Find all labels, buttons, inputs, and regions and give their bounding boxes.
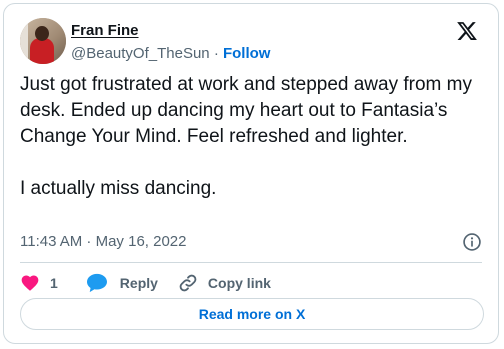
reply-label: Reply xyxy=(119,275,158,291)
author-name[interactable]: Fran Fine xyxy=(71,22,139,39)
reply-button[interactable]: Reply xyxy=(86,273,178,293)
tweet-timestamp[interactable]: 11:43 AM · May 16, 2022 xyxy=(20,233,187,250)
avatar[interactable] xyxy=(20,18,66,64)
like-button[interactable]: 1 xyxy=(20,273,86,293)
tweet-card: Fran Fine @BeautyOf_TheSun · Follow Just… xyxy=(3,3,499,344)
read-more-button[interactable]: Read more on X xyxy=(20,298,484,330)
copy-link-button[interactable]: Copy link xyxy=(178,273,271,293)
link-icon xyxy=(179,274,197,292)
info-icon[interactable] xyxy=(462,232,482,252)
author-handle[interactable]: @BeautyOf_TheSun xyxy=(71,45,210,62)
follow-button[interactable]: Follow xyxy=(223,45,271,62)
author-meta: @BeautyOf_TheSun · Follow xyxy=(71,45,270,62)
action-bar: 1 Reply Copy link xyxy=(20,268,271,298)
like-count: 1 xyxy=(50,275,58,291)
x-logo-icon[interactable] xyxy=(456,20,478,42)
divider xyxy=(20,262,482,263)
copy-link-label: Copy link xyxy=(207,275,271,291)
tweet-text: Just got frustrated at work and stepped … xyxy=(20,74,472,199)
separator: · xyxy=(213,45,219,62)
speech-bubble-icon xyxy=(86,273,107,293)
heart-icon xyxy=(21,275,39,291)
